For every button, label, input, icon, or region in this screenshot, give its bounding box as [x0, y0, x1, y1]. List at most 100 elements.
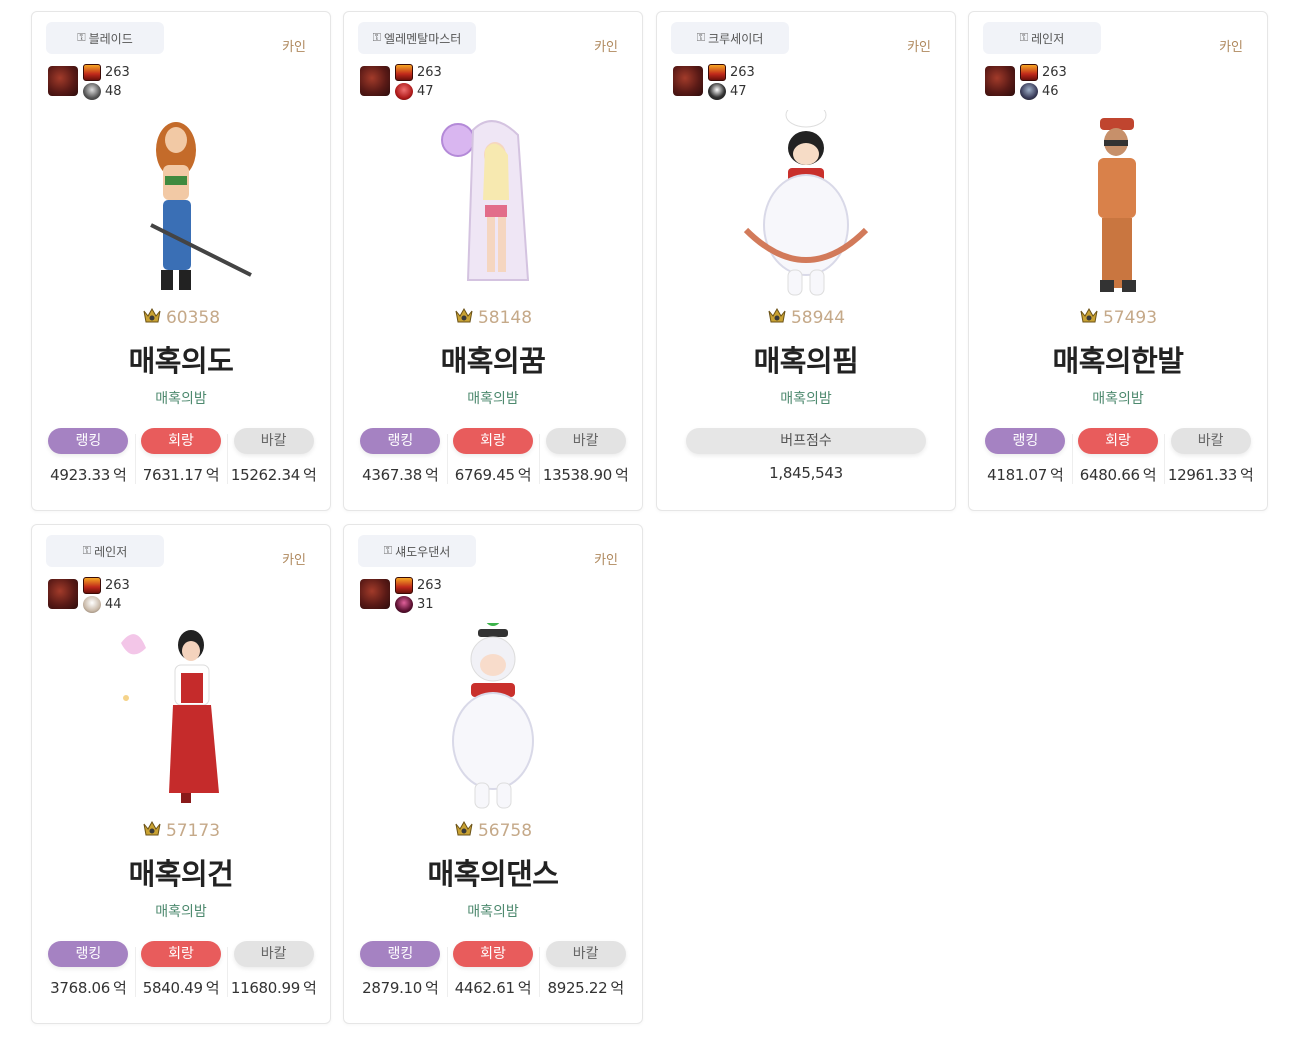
heal-value: 4462.61 억 [454, 979, 532, 997]
character-name[interactable]: 매혹의도 [32, 338, 330, 380]
bakal-pill: 바칼 [233, 941, 314, 967]
fame-crest-icon [143, 308, 161, 323]
ranking-pill: 랭킹 [985, 428, 1066, 454]
fame-crest-icon [768, 308, 786, 323]
fame-row: 57173 [32, 821, 330, 841]
bakal-value: 11680.99 억 [230, 979, 317, 997]
ranking-value: 4367.38 억 [362, 466, 439, 484]
buff-score-pill: 버프점수 [686, 428, 926, 454]
character-avatar[interactable] [101, 623, 261, 818]
stat-heal: 회랑 6769.45 억 [446, 428, 540, 488]
fame-crest-icon [143, 821, 161, 836]
emblem-bottom-value: 47 [730, 84, 747, 99]
stat-ranking: 랭킹 4181.07 억 [979, 428, 1072, 488]
fame-row: 56758 [344, 821, 642, 841]
main-emblem-icon [673, 66, 703, 96]
emblem-top-value: 263 [417, 65, 442, 80]
bakal-value: 15262.34 억 [230, 466, 317, 484]
character-avatar[interactable] [101, 110, 261, 305]
character-card[interactable]: ⚿ 블레이드 카인 263 48 60358 매혹의도 매혹의밤 랭킹 4923… [31, 11, 331, 511]
guild-name[interactable]: 매혹의밤 [657, 388, 955, 408]
guild-name[interactable]: 매혹의밤 [32, 388, 330, 408]
red-emblem-icon [83, 577, 101, 594]
job-badge: ⚿ 엘레멘탈마스터 [358, 22, 476, 54]
character-name[interactable]: 매혹의꿈 [344, 338, 642, 380]
character-name[interactable]: 매혹의핌 [657, 338, 955, 380]
character-card[interactable]: ⚿ 레인저 카인 263 44 57173 매혹의건 매혹의밤 랭킹 3768.… [31, 524, 331, 1024]
stat-heal: 회랑 7631.17 억 [134, 428, 228, 488]
character-card[interactable]: ⚿ 섀도우댄서 카인 263 31 56758 매혹의댄스 매혹의밤 랭킹 28… [343, 524, 643, 1024]
stat-bakal: 바칼 12961.33 억 [1164, 428, 1257, 488]
ranking-value: 4181.07 억 [987, 466, 1064, 484]
heal-pill: 회랑 [1078, 428, 1158, 454]
heal-pill: 회랑 [453, 941, 533, 967]
fame-row: 60358 [32, 308, 330, 328]
ranking-value: 2879.10 억 [362, 979, 439, 997]
stats-row: 랭킹 2879.10 억 회랑 4462.61 억 바칼 8925.22 억 [354, 941, 632, 1001]
stats-row: 랭킹 4367.38 억 회랑 6769.45 억 바칼 13538.90 억 [354, 428, 632, 488]
red-emblem-icon [1020, 64, 1038, 81]
ranking-value: 4923.33 억 [50, 466, 127, 484]
bakal-value: 12961.33 억 [1167, 466, 1254, 484]
job-badge: ⚿ 크루세이더 [671, 22, 789, 54]
bakal-pill: 바칼 [545, 428, 626, 454]
character-avatar[interactable] [413, 610, 573, 818]
heal-value: 7631.17 억 [142, 466, 220, 484]
ranking-pill: 랭킹 [48, 941, 129, 967]
fame-value: 58148 [477, 308, 533, 328]
job-label: 레인저 [94, 544, 128, 559]
stat-bakal: 바칼 15262.34 억 [227, 428, 320, 488]
job-badge-icon: ⚿ [372, 31, 382, 44]
guild-name[interactable]: 매혹의밤 [32, 901, 330, 921]
stat-buff: 버프점수 1,845,543 [667, 428, 945, 488]
emblem-bottom-value: 48 [105, 84, 122, 99]
server-label: 카인 [1219, 40, 1243, 55]
main-emblem-icon [360, 579, 390, 609]
main-emblem-icon [48, 66, 78, 96]
job-badge: ⚿ 레인저 [46, 535, 164, 567]
job-badge: ⚿ 블레이드 [46, 22, 164, 54]
emblem-top-value: 263 [730, 65, 755, 80]
stats-row: 버프점수 1,845,543 [667, 428, 945, 488]
stat-heal: 회랑 6480.66 억 [1071, 428, 1165, 488]
ranking-pill: 랭킹 [360, 941, 441, 967]
character-card[interactable]: ⚿ 엘레멘탈마스터 카인 263 47 58148 매혹의꿈 매혹의밤 랭킹 4… [343, 11, 643, 511]
job-label: 엘레멘탈마스터 [384, 31, 462, 46]
fame-crest-icon [455, 308, 473, 323]
job-badge-icon: ⚿ [696, 31, 706, 44]
creature-emblem-icon [1020, 83, 1038, 100]
heal-value: 6480.66 억 [1079, 466, 1157, 484]
creature-emblem-icon [395, 83, 413, 100]
stat-ranking: 랭킹 4923.33 억 [42, 428, 135, 488]
stat-bakal: 바칼 13538.90 억 [539, 428, 632, 488]
stat-ranking: 랭킹 2879.10 억 [354, 941, 447, 1001]
fame-crest-icon [455, 821, 473, 836]
fame-row: 58148 [344, 308, 642, 328]
character-card[interactable]: ⚿ 크루세이더 카인 263 47 58944 매혹의핌 매혹의밤 버프점수 1… [656, 11, 956, 511]
character-name[interactable]: 매혹의한발 [969, 338, 1267, 380]
guild-name[interactable]: 매혹의밤 [969, 388, 1267, 408]
guild-name[interactable]: 매혹의밤 [344, 388, 642, 408]
bakal-value: 13538.90 억 [542, 466, 629, 484]
emblem-bottom-value: 47 [417, 84, 434, 99]
bakal-pill: 바칼 [545, 941, 626, 967]
stat-bakal: 바칼 8925.22 억 [539, 941, 632, 1001]
main-emblem-icon [985, 66, 1015, 96]
bakal-value: 8925.22 억 [547, 979, 624, 997]
guild-name[interactable]: 매혹의밤 [344, 901, 642, 921]
bakal-pill: 바칼 [1170, 428, 1251, 454]
heal-pill: 회랑 [141, 941, 221, 967]
character-name[interactable]: 매혹의건 [32, 851, 330, 893]
character-name[interactable]: 매혹의댄스 [344, 851, 642, 893]
character-card[interactable]: ⚿ 레인저 카인 263 46 57493 매혹의한발 매혹의밤 랭킹 4181… [968, 11, 1268, 511]
job-badge: ⚿ 레인저 [983, 22, 1101, 54]
red-emblem-icon [395, 577, 413, 594]
emblem-top-value: 263 [105, 65, 130, 80]
character-avatar[interactable] [726, 102, 886, 305]
stat-bakal: 바칼 11680.99 억 [227, 941, 320, 1001]
character-avatar[interactable] [1038, 110, 1198, 305]
red-emblem-icon [83, 64, 101, 81]
stat-ranking: 랭킹 3768.06 억 [42, 941, 135, 1001]
red-emblem-icon [395, 64, 413, 81]
character-avatar[interactable] [413, 110, 573, 305]
